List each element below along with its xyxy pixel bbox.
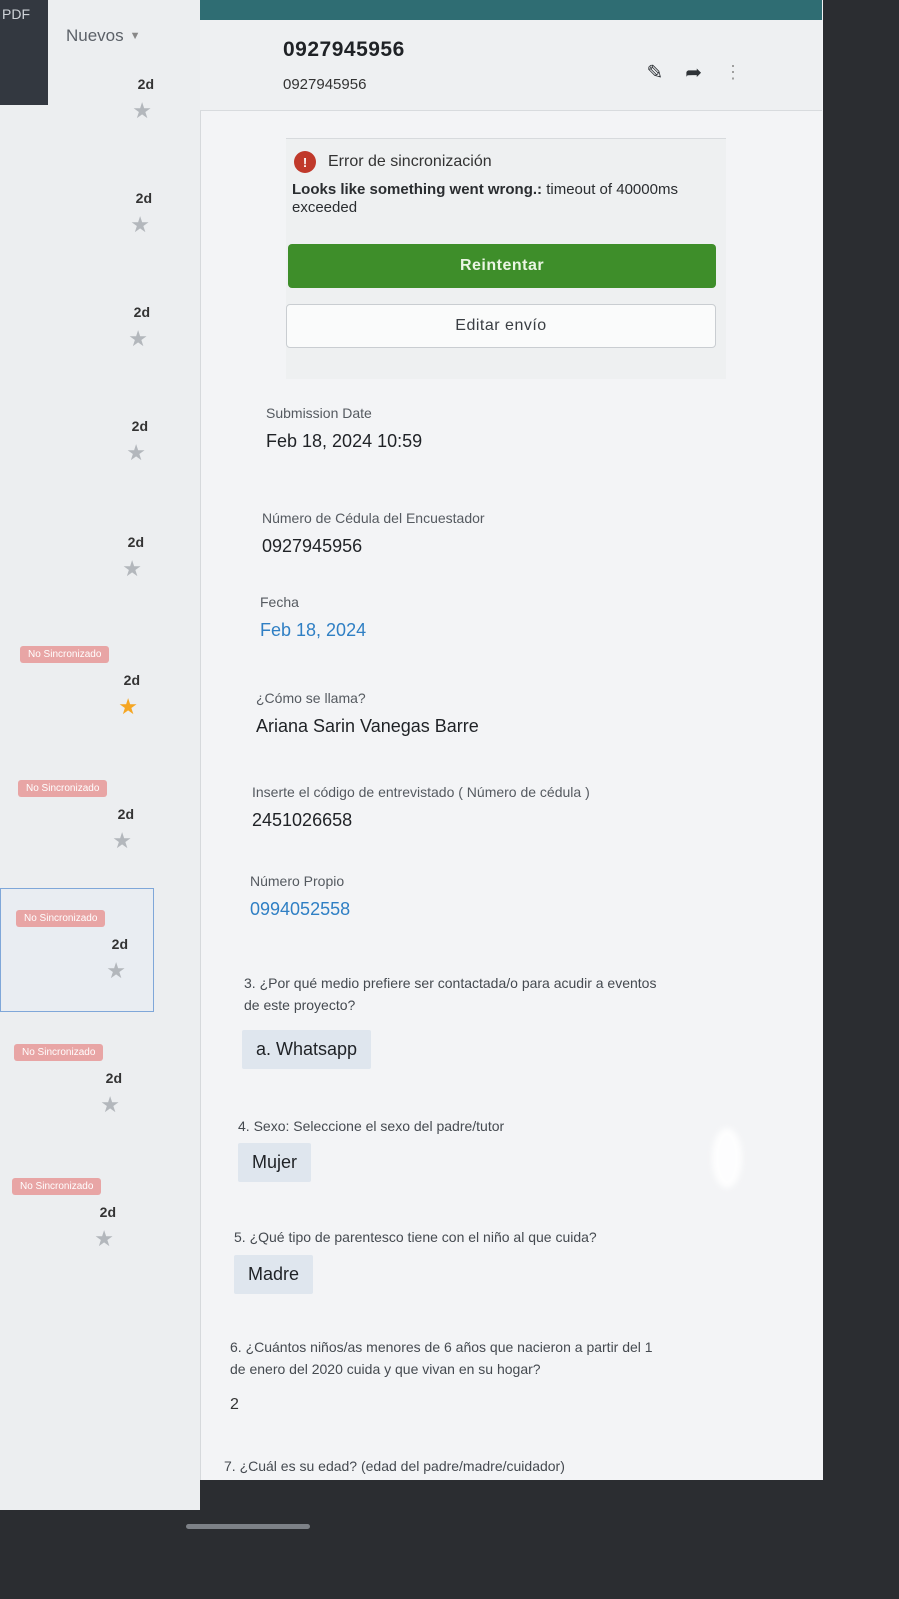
folder-label: Nuevos bbox=[66, 26, 124, 45]
submission-subtitle: 0927945956 bbox=[283, 76, 367, 93]
field-value: 0927945956 bbox=[262, 536, 363, 556]
item-time: 2d bbox=[117, 806, 134, 822]
screen-glare bbox=[712, 1128, 742, 1188]
star-icon[interactable]: ★ bbox=[106, 960, 126, 982]
field-value: Feb 18, 2024 10:59 bbox=[266, 431, 423, 451]
list-item[interactable]: 2d ★ bbox=[0, 186, 164, 296]
star-icon[interactable]: ★ bbox=[112, 830, 132, 852]
item-time: 2d bbox=[127, 534, 144, 550]
item-time: 2d bbox=[135, 190, 152, 206]
field-label: Número Propio bbox=[250, 873, 345, 889]
status-badge: No Sincronizado bbox=[16, 910, 106, 927]
status-badge: No Sincronizado bbox=[14, 1044, 104, 1061]
sync-error-card: ! Error de sincronización Looks like som… bbox=[286, 138, 726, 379]
question-6: 6. ¿Cuántos niños/as menores de 6 años q… bbox=[230, 1339, 653, 1377]
list-item[interactable]: No Sincronizado 2d ★ bbox=[0, 910, 140, 1020]
item-time: 2d bbox=[99, 1204, 116, 1220]
field-cedula-encuestador: Número de Cédula del Encuestador 0927945… bbox=[262, 510, 722, 557]
question-5: 5. ¿Qué tipo de parentesco tiene con el … bbox=[234, 1229, 597, 1245]
chevron-down-icon: ▼ bbox=[129, 30, 141, 42]
folder-dropdown[interactable]: Nuevos ▼ bbox=[66, 26, 141, 46]
error-message: Looks like something went wrong.: timeou… bbox=[292, 181, 712, 217]
star-icon[interactable]: ★ bbox=[118, 696, 138, 718]
field-value[interactable]: 0994052558 bbox=[250, 899, 710, 920]
error-icon: ! bbox=[294, 151, 316, 173]
error-title: Error de sincronización bbox=[328, 153, 492, 170]
question-7: 7. ¿Cuál es su edad? (edad del padre/mad… bbox=[224, 1458, 565, 1474]
answer-3: a. Whatsapp bbox=[242, 1030, 372, 1069]
submission-list: PDF Nuevos ▼ 2d ★ 2d ★ 2d ★ 2d ★ 2d ★ No Sincroniz… bbox=[0, 0, 200, 1510]
field-label: Inserte el código de entrevistado ( Núme… bbox=[252, 784, 590, 800]
home-indicator bbox=[186, 1524, 310, 1529]
field-fecha: Fecha Feb 18, 2024 bbox=[260, 594, 720, 641]
list-item[interactable]: 2d ★ bbox=[0, 530, 156, 640]
more-icon[interactable]: ⋮ bbox=[724, 62, 742, 83]
edit-icon[interactable]: ✎ bbox=[646, 60, 663, 85]
edit-submission-button[interactable]: Editar envío bbox=[286, 304, 716, 348]
list-item[interactable]: No Sincronizado 2d ★ bbox=[0, 1044, 134, 1154]
list-item[interactable]: No Sincronizado 2d ★ bbox=[0, 780, 146, 890]
list-item[interactable]: 2d ★ bbox=[0, 414, 160, 524]
field-nombre: ¿Cómo se llama? Ariana Sarin Vanegas Bar… bbox=[256, 690, 716, 737]
item-time: 2d bbox=[131, 418, 148, 434]
submission-title: 0927945956 bbox=[283, 38, 405, 61]
answer-4: Mujer bbox=[238, 1143, 312, 1182]
field-submission-date: Submission Date Feb 18, 2024 10:59 bbox=[266, 405, 726, 452]
retry-button[interactable]: Reintentar bbox=[288, 244, 716, 288]
field-codigo: Inserte el código de entrevistado ( Núme… bbox=[252, 784, 712, 831]
list-item[interactable]: 2d ★ bbox=[0, 72, 166, 182]
star-icon[interactable]: ★ bbox=[126, 442, 146, 464]
list-item[interactable]: No Sincronizado 2d ★ bbox=[0, 646, 152, 756]
field-label: ¿Cómo se llama? bbox=[256, 690, 366, 706]
status-badge: No Sincronizado bbox=[20, 646, 110, 663]
answer-5: Madre bbox=[234, 1255, 314, 1294]
star-icon[interactable]: ★ bbox=[128, 328, 148, 350]
star-icon[interactable]: ★ bbox=[100, 1094, 120, 1116]
error-message-bold: Looks like something went wrong.: bbox=[292, 181, 543, 198]
field-label: Número de Cédula del Encuestador bbox=[262, 510, 485, 526]
question-4: 4. Sexo: Seleccione el sexo del padre/tu… bbox=[238, 1118, 505, 1134]
field-numero-propio: Número Propio 0994052558 bbox=[250, 873, 710, 920]
item-time: 2d bbox=[133, 304, 150, 320]
field-value[interactable]: Feb 18, 2024 bbox=[260, 620, 720, 641]
field-label: Fecha bbox=[260, 594, 299, 610]
detail-header: 0927945956 0927945956 ✎ ➦ ⋮ bbox=[200, 20, 822, 111]
star-icon[interactable]: ★ bbox=[132, 100, 152, 122]
answer-6: 2 bbox=[230, 1396, 239, 1413]
list-item[interactable]: 2d ★ bbox=[0, 300, 162, 410]
item-time: 2d bbox=[123, 672, 140, 688]
star-icon[interactable]: ★ bbox=[94, 1228, 114, 1250]
question-3: 3. ¿Por qué medio prefiere ser contactad… bbox=[244, 975, 657, 1013]
list-item[interactable]: No Sincronizado 2d ★ bbox=[0, 1178, 128, 1288]
forward-icon[interactable]: ➦ bbox=[685, 60, 702, 85]
field-label: Submission Date bbox=[266, 405, 372, 421]
star-icon[interactable]: ★ bbox=[122, 558, 142, 580]
item-time: 2d bbox=[111, 936, 128, 952]
item-time: 2d bbox=[137, 76, 154, 92]
field-value: Ariana Sarin Vanegas Barre bbox=[256, 716, 479, 736]
field-value: 2451026658 bbox=[252, 810, 353, 830]
status-badge: No Sincronizado bbox=[12, 1178, 102, 1195]
status-badge: No Sincronizado bbox=[18, 780, 108, 797]
pdf-label: PDF bbox=[2, 6, 30, 22]
item-time: 2d bbox=[105, 1070, 122, 1086]
star-icon[interactable]: ★ bbox=[130, 214, 150, 236]
